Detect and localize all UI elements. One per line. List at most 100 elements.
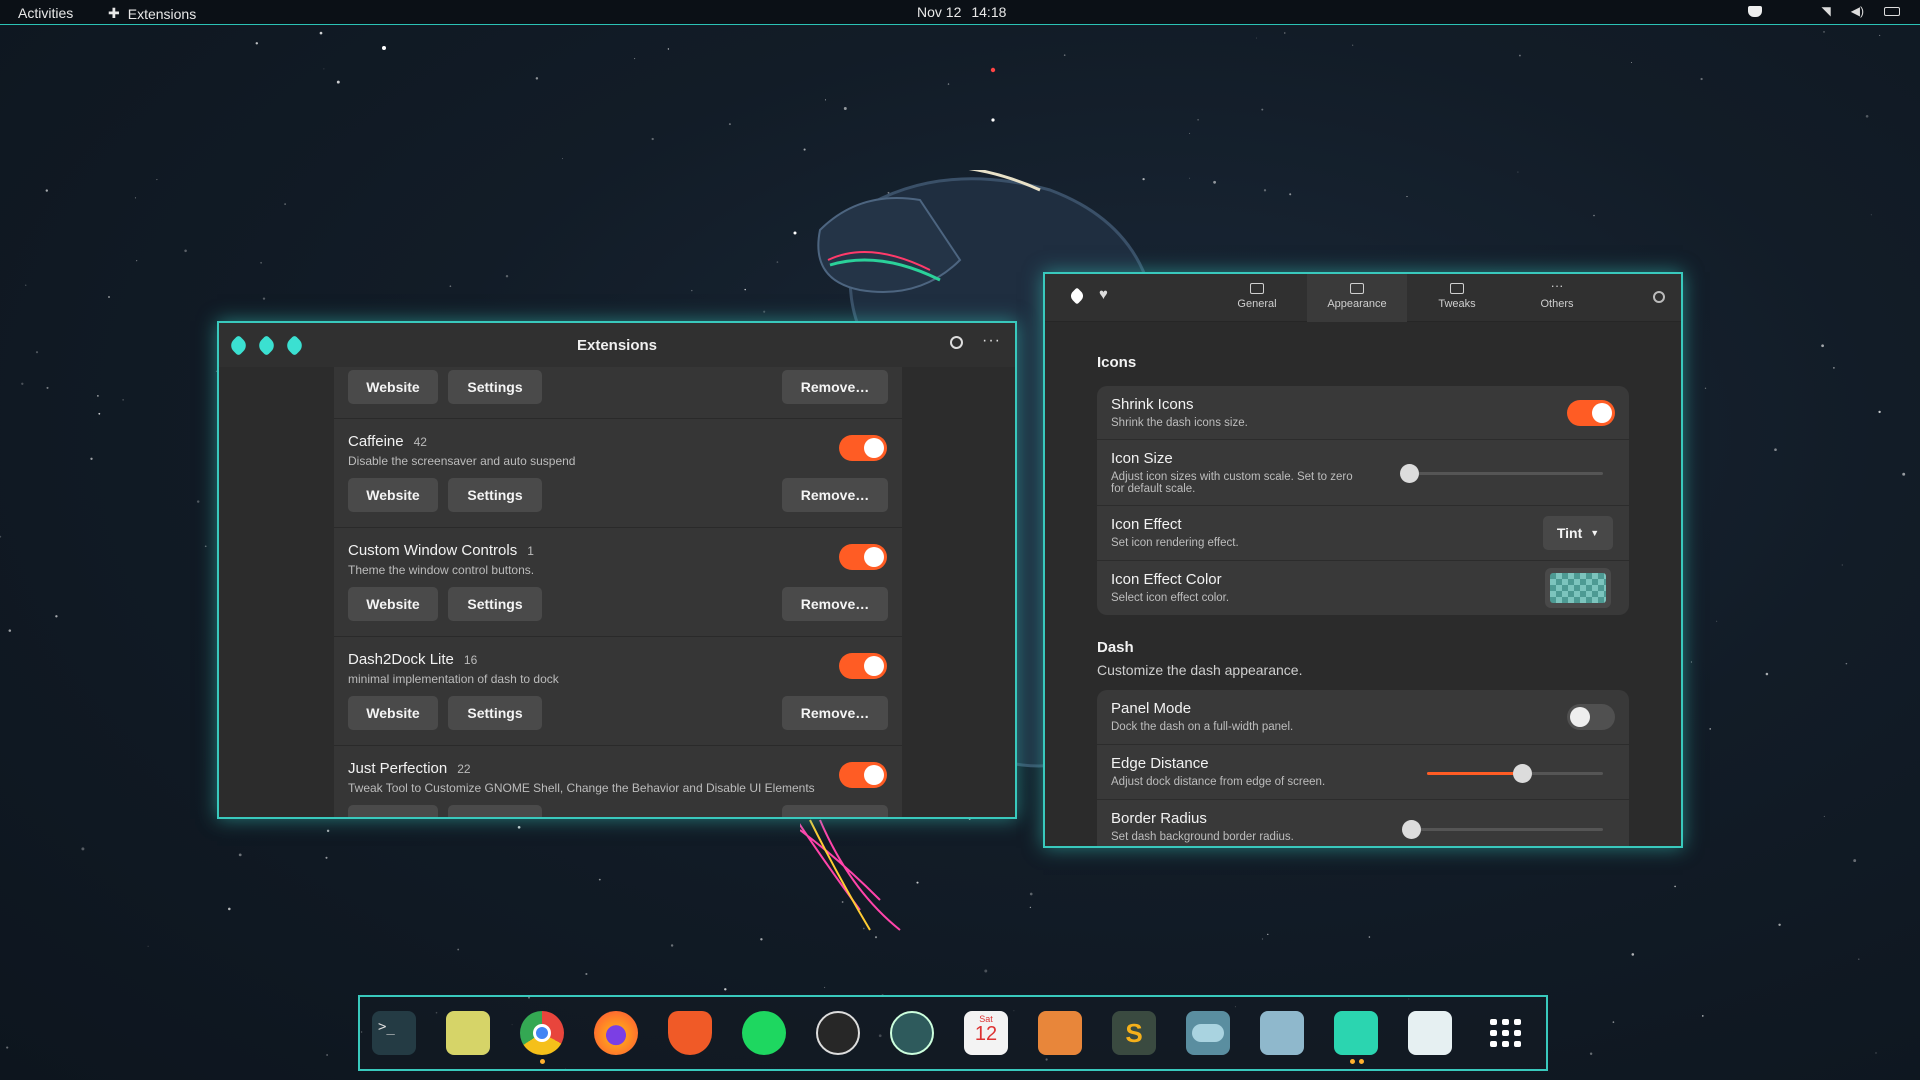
slider-knob[interactable] <box>1402 820 1421 839</box>
remove-button[interactable]: Remove… <box>782 370 888 404</box>
extension-toggle[interactable] <box>839 653 887 679</box>
remove-button[interactable]: Remove… <box>782 587 888 621</box>
slider-knob[interactable] <box>1513 764 1533 783</box>
tab-general[interactable]: General <box>1207 274 1307 322</box>
tab-appearance[interactable]: Appearance <box>1307 274 1407 322</box>
website-button[interactable]: Website <box>348 370 438 404</box>
extension-description: minimal implementation of dash to dock <box>348 672 559 686</box>
tab-label: Appearance <box>1327 298 1387 310</box>
extension-toggle[interactable] <box>839 762 887 788</box>
files-icon[interactable] <box>446 1011 490 1055</box>
tab-label: Others <box>1540 298 1574 310</box>
search-icon[interactable] <box>950 336 963 349</box>
sliders-icon <box>1250 283 1264 294</box>
clock-time: 14:18 <box>971 4 1007 20</box>
settings-button[interactable]: Settings <box>448 587 542 621</box>
panel-mode-toggle[interactable] <box>1567 704 1615 730</box>
clock[interactable]: Nov 12 14:18 <box>917 4 1006 20</box>
tab-others[interactable]: ··· Others <box>1507 274 1607 322</box>
obs-icon[interactable] <box>816 1011 860 1055</box>
shrink-icons-toggle[interactable] <box>1567 400 1615 426</box>
settings-button[interactable] <box>448 805 542 817</box>
extension-toggle[interactable] <box>839 544 887 570</box>
clock-date: Nov 12 <box>917 4 962 20</box>
remove-button[interactable]: Remove… <box>782 696 888 730</box>
row-title: Border Radius <box>1111 810 1207 827</box>
settings-button[interactable]: Settings <box>448 370 542 404</box>
extensions-icon[interactable] <box>1334 1011 1378 1055</box>
running-indicator <box>1350 1059 1355 1064</box>
row-edge-distance: Edge Distance Adjust dock distance from … <box>1097 745 1629 800</box>
tab-label: General <box>1237 298 1277 310</box>
icon-size-slider[interactable] <box>1400 464 1603 483</box>
row-border-radius: Border Radius Set dash background border… <box>1097 800 1629 846</box>
toggle-icon[interactable] <box>1186 1011 1230 1055</box>
display-icon <box>1350 283 1364 294</box>
app-grid-icon[interactable] <box>1482 1011 1526 1055</box>
color-picker-button[interactable] <box>1545 568 1611 608</box>
slider-knob[interactable] <box>1400 464 1419 483</box>
row-subtitle: Shrink the dash icons size. <box>1111 417 1248 429</box>
pin-icon[interactable] <box>1068 287 1086 305</box>
calendar-date: 12 <box>974 1023 998 1045</box>
extension-row-just-perfection: Just Perfection 22 Tweak Tool to Customiz… <box>334 746 902 817</box>
heart-icon[interactable]: ♥ <box>1099 286 1108 303</box>
remove-button[interactable]: Remove… <box>782 478 888 512</box>
row-title: Icon Size <box>1111 450 1173 467</box>
firefox-icon[interactable] <box>594 1011 638 1055</box>
running-indicator <box>1359 1059 1364 1064</box>
running-indicator <box>540 1059 545 1064</box>
tweaks-icon <box>1450 283 1464 294</box>
row-shrink-icons: Shrink Icons Shrink the dash icons size. <box>1097 386 1629 440</box>
brave-icon[interactable] <box>668 1011 712 1055</box>
dropdown-value: Tint <box>1556 525 1583 541</box>
website-button[interactable]: Website <box>348 696 438 730</box>
search-icon[interactable] <box>1653 291 1665 303</box>
menu-icon[interactable]: ··· <box>982 332 1001 350</box>
settings-button[interactable]: Settings <box>448 478 542 512</box>
row-icon-effect: Icon Effect Set icon rendering effect. T… <box>1097 506 1629 561</box>
activities-button[interactable]: Activities <box>18 5 73 21</box>
chrome-center <box>533 1024 551 1042</box>
edge-distance-slider[interactable] <box>1427 764 1603 783</box>
tab-tweaks[interactable]: Tweaks <box>1407 274 1507 322</box>
settings-icon[interactable] <box>1260 1011 1304 1055</box>
extension-description: Theme the window control buttons. <box>348 563 535 577</box>
preferences-headerbar: ♥ General Appearance Tweaks ··· Others <box>1045 274 1681 322</box>
row-icon-effect-color: Icon Effect Color Select icon effect col… <box>1097 561 1629 615</box>
row-subtitle: Set icon rendering effect. <box>1111 537 1239 549</box>
coffee-icon[interactable] <box>1747 5 1762 17</box>
extension-list[interactable]: Website Settings Remove… Caffeine 42 Disa… <box>334 367 902 817</box>
extension-toggle[interactable] <box>839 435 887 461</box>
sublime-icon[interactable]: S <box>1112 1011 1156 1055</box>
system-tray[interactable]: ◥ ◀) <box>1747 4 1900 18</box>
row-icon-size: Icon Size Adjust icon sizes with custom … <box>1097 440 1629 506</box>
section-title-dash: Dash <box>1097 639 1134 656</box>
settings-button[interactable]: Settings <box>448 696 542 730</box>
clock-icon[interactable] <box>890 1011 934 1055</box>
row-title: Edge Distance <box>1111 755 1209 772</box>
icon-effect-dropdown[interactable]: Tint ▼ <box>1543 516 1613 550</box>
trash-icon[interactable] <box>1408 1011 1452 1055</box>
website-button[interactable]: Website <box>348 587 438 621</box>
checkerboard-swatch <box>1550 573 1606 603</box>
border-radius-slider[interactable] <box>1402 820 1603 839</box>
row-subtitle: Select icon effect color. <box>1111 592 1230 604</box>
terminal-icon[interactable]: >_ <box>372 1011 416 1055</box>
chrome-icon[interactable] <box>520 1011 564 1055</box>
preferences-body[interactable]: Icons Shrink Icons Shrink the dash icons… <box>1045 322 1681 846</box>
calendar-icon[interactable]: Sat 12 <box>964 1011 1008 1055</box>
website-button[interactable]: Website <box>348 478 438 512</box>
remove-button[interactable] <box>782 805 888 817</box>
app-menu[interactable]: ✚ Extensions <box>108 5 196 22</box>
tab-label: Tweaks <box>1438 298 1476 310</box>
extension-name: Just Perfection 22 <box>348 760 471 777</box>
row-title: Icon Effect Color <box>1111 571 1222 588</box>
wifi-icon: ◥ <box>1821 4 1831 18</box>
spotify-icon[interactable] <box>742 1011 786 1055</box>
vlc-icon[interactable] <box>1038 1011 1082 1055</box>
dash-settings-card: Panel Mode Dock the dash on a full-width… <box>1097 690 1629 846</box>
extensions-headerbar: Extensions ··· <box>219 323 1015 367</box>
ellipsis-icon: ··· <box>1550 278 1564 293</box>
website-button[interactable] <box>348 805 438 817</box>
